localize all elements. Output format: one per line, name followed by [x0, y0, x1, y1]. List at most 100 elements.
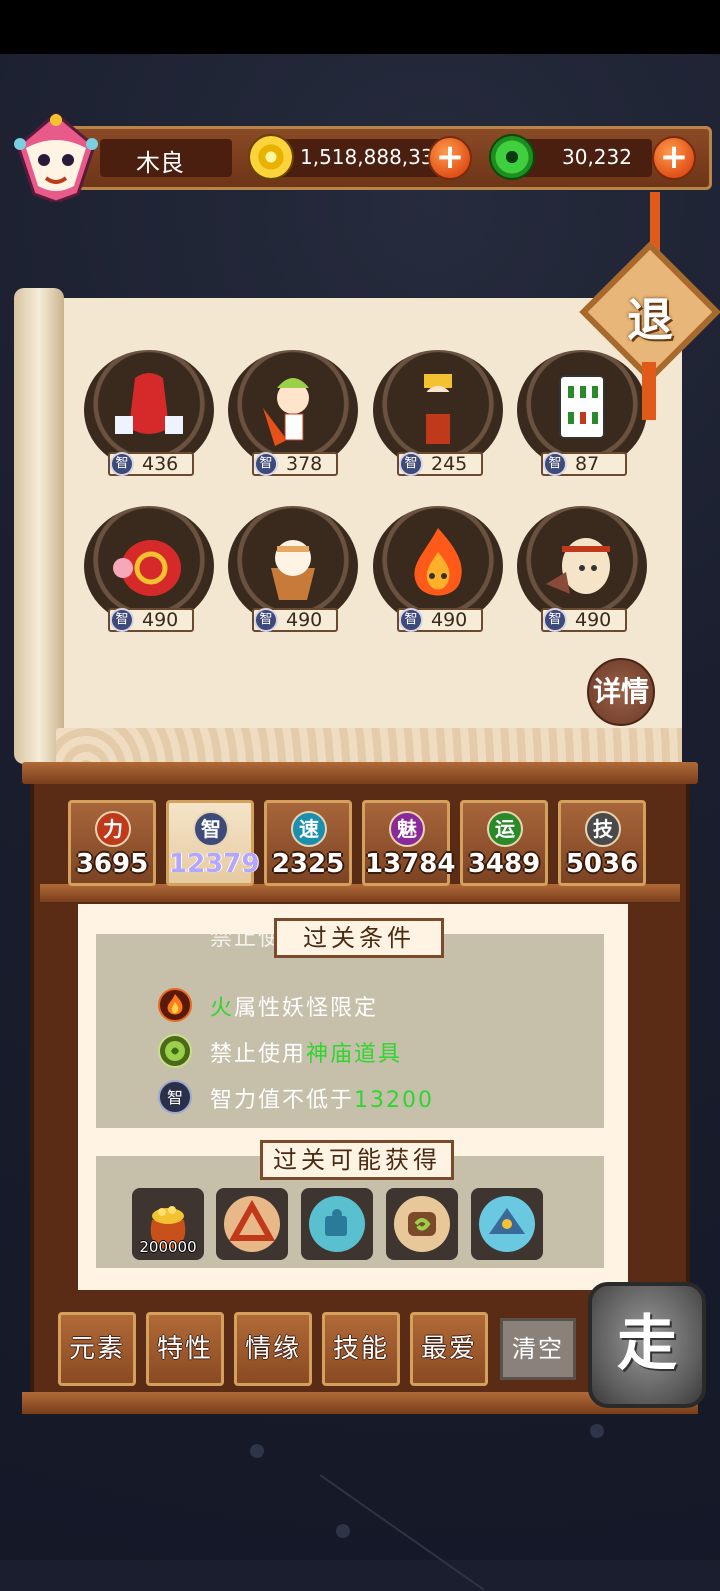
- condition-text: 属性妖怪限定: [234, 996, 379, 1021]
- fire-icon: [158, 988, 192, 1022]
- cabinet-mid-beam: [40, 884, 680, 902]
- intelligence-icon: 智: [193, 811, 229, 847]
- condition-highlight: 13200: [354, 1088, 435, 1113]
- monster-stat-value: 490: [142, 609, 179, 631]
- reward-triangle-rune[interactable]: [216, 1188, 288, 1260]
- reward-puzzle-orb[interactable]: [301, 1188, 373, 1260]
- fire-spirit-icon: [414, 528, 462, 596]
- conditions-box: 禁止使用加法技能 火属性妖怪限定 禁止使用神庙道具 智 智力值不低于13200: [96, 934, 604, 1128]
- condition-highlight: 神庙道具: [306, 1042, 403, 1067]
- monster-stat-badge: 智 245: [397, 452, 483, 476]
- strength-icon: 力: [95, 811, 131, 847]
- clear-button[interactable]: 清空: [500, 1318, 576, 1380]
- coin-amount: 1,518,888,336: [300, 145, 447, 169]
- stat-speed[interactable]: 速 2325: [264, 800, 352, 886]
- monster-stat-value: 245: [431, 453, 468, 475]
- stat-value: 12379: [169, 849, 260, 879]
- intelligence-icon: 智: [399, 452, 423, 476]
- condition-row-fire: 火属性妖怪限定: [96, 986, 604, 1026]
- tab-bond[interactable]: 情缘: [234, 1312, 312, 1386]
- coin-icon: [248, 134, 294, 180]
- charm-icon: 魅: [389, 811, 425, 847]
- intelligence-icon: 智: [399, 608, 423, 632]
- monster-stat-badge: 智 490: [108, 608, 194, 632]
- jester-avatar-icon[interactable]: [8, 106, 104, 202]
- intelligence-icon: 智: [110, 608, 134, 632]
- egg-bat-icon: [546, 538, 610, 594]
- exit-label[interactable]: 退: [618, 284, 682, 350]
- luck-icon: 运: [487, 811, 523, 847]
- intelligence-icon: 智: [158, 1080, 192, 1114]
- stat-value: 3489: [467, 849, 541, 879]
- stat-technique[interactable]: 技 5036: [558, 800, 646, 886]
- tab-skill[interactable]: 技能: [322, 1312, 400, 1386]
- monster-stat-badge: 智 87: [541, 452, 627, 476]
- tab-favorite[interactable]: 最爱: [410, 1312, 488, 1386]
- jade-coin-icon: [489, 134, 535, 180]
- triangle-rune-icon: [224, 1196, 280, 1252]
- add-coins-button[interactable]: +: [428, 136, 472, 180]
- monster-stat-badge: 智 436: [108, 452, 194, 476]
- mahjong-tile-icon: [559, 375, 605, 439]
- monster-stat-value: 436: [142, 453, 179, 475]
- reward-quantity: 200000: [139, 1238, 197, 1256]
- speed-icon: 速: [291, 811, 327, 847]
- reward-spiral-orb[interactable]: [386, 1188, 458, 1260]
- fox-girl-icon: [263, 378, 309, 446]
- monster-slot[interactable]: 智 490: [84, 506, 214, 636]
- details-button[interactable]: 详情: [587, 658, 655, 726]
- monster-slot[interactable]: 智 87: [517, 350, 647, 480]
- red-drum-pig-icon: [113, 540, 181, 596]
- monster-stat-value: 490: [431, 609, 468, 631]
- intelligence-icon: 智: [543, 608, 567, 632]
- scroll-roll: [14, 288, 64, 764]
- exit-tassel: [642, 362, 656, 420]
- red-cola-bottle-icon: [115, 373, 183, 434]
- intelligence-icon: 智: [254, 608, 278, 632]
- intelligence-icon: 智: [543, 452, 567, 476]
- spiral-orb-icon: [394, 1196, 450, 1252]
- eye-pyramid-orb-icon: [479, 1196, 535, 1252]
- stat-luck[interactable]: 运 3489: [460, 800, 548, 886]
- monster-stat-badge: 智 490: [397, 608, 483, 632]
- opera-girl-icon: [420, 374, 456, 444]
- intelligence-icon: 智: [110, 452, 134, 476]
- reward-eye-orb[interactable]: [471, 1188, 543, 1260]
- tab-trait[interactable]: 特性: [146, 1312, 224, 1386]
- scroll-wave-border: [56, 728, 682, 764]
- player-name: 木良: [136, 149, 184, 177]
- stat-value: 2325: [271, 849, 345, 879]
- add-gems-button[interactable]: +: [652, 136, 696, 180]
- monster-stat-badge: 智 490: [252, 608, 338, 632]
- conditions-title: 过关条件: [274, 918, 444, 958]
- condition-text: 智力值不低于: [210, 1088, 355, 1113]
- condition-row-temple: 禁止使用神庙道具: [96, 1032, 604, 1072]
- gem-amount: 30,232: [562, 145, 632, 169]
- temple-item-icon: [158, 1034, 192, 1068]
- stat-strength[interactable]: 力 3695: [68, 800, 156, 886]
- cabinet-top-beam: [22, 762, 698, 784]
- status-bar: [0, 0, 720, 54]
- monster-stat-badge: 智 378: [252, 452, 338, 476]
- rewards-title: 过关可能获得: [260, 1140, 454, 1180]
- stat-value: 3695: [75, 849, 149, 879]
- monster-slot[interactable]: 智 378: [228, 350, 358, 480]
- monster-stat-value: 87: [575, 453, 600, 475]
- stat-charm[interactable]: 魅 13784: [362, 800, 455, 886]
- monster-stat-value: 490: [575, 609, 612, 631]
- cake-spirit-icon: [271, 540, 315, 600]
- condition-highlight: 火: [210, 996, 235, 1021]
- condition-text: 禁止使用: [210, 1042, 307, 1067]
- tab-element[interactable]: 元素: [58, 1312, 136, 1386]
- monster-slot[interactable]: 智 245: [373, 350, 503, 480]
- monster-slot[interactable]: 智 490: [228, 506, 358, 636]
- stat-intelligence[interactable]: 智 12379: [166, 800, 260, 886]
- monster-slot[interactable]: 智 436: [84, 350, 214, 480]
- reward-gold-bag[interactable]: 200000: [132, 1188, 204, 1260]
- intelligence-icon: 智: [254, 452, 278, 476]
- go-button[interactable]: 走: [588, 1282, 706, 1408]
- monster-slot[interactable]: 智 490: [373, 506, 503, 636]
- monster-stat-value: 378: [286, 453, 323, 475]
- technique-icon: 技: [585, 811, 621, 847]
- monster-slot[interactable]: 智 490: [517, 506, 647, 636]
